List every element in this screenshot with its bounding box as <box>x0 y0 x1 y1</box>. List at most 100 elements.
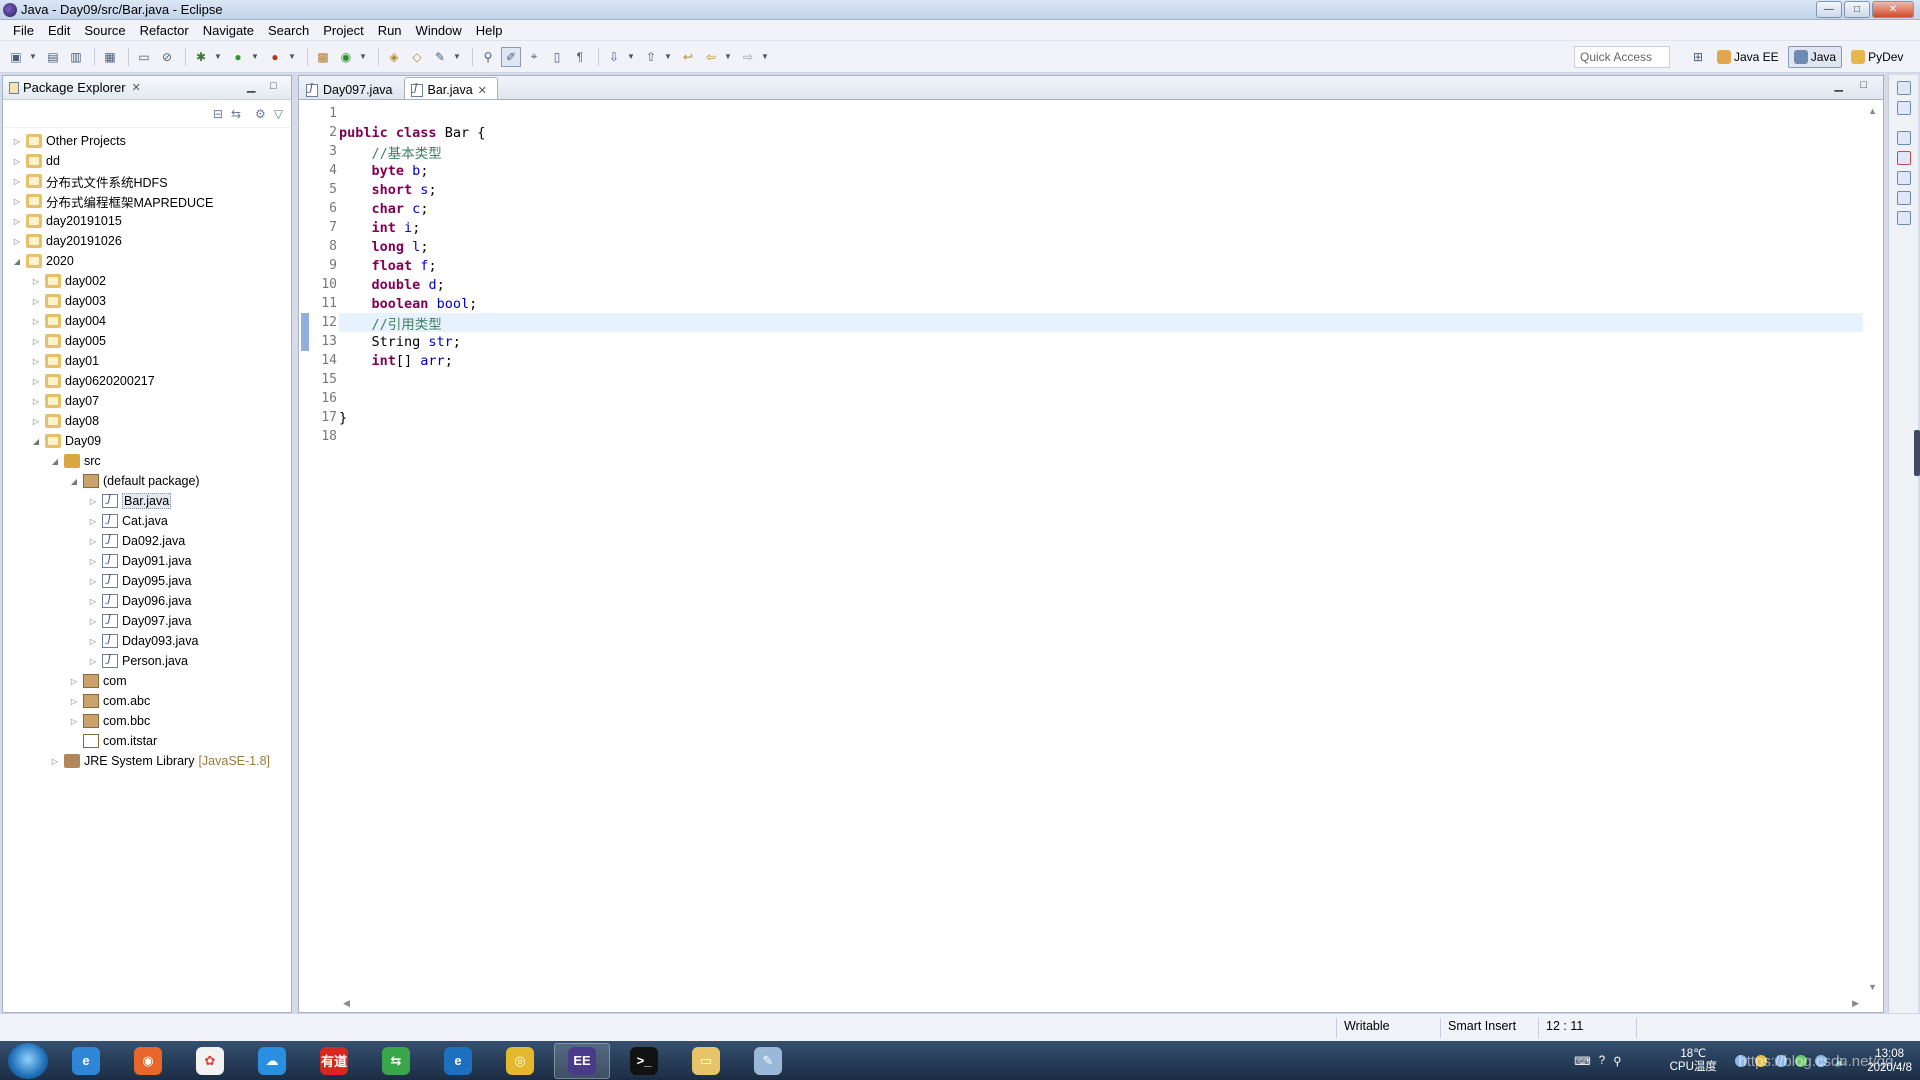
expand-icon[interactable]: ▷ <box>49 757 61 766</box>
debug-dropdown-icon[interactable]: ▼ <box>214 52 223 61</box>
search-icon[interactable]: ✎ <box>430 47 450 67</box>
start-button[interactable] <box>8 1042 48 1079</box>
expand-icon[interactable]: ▷ <box>30 337 42 346</box>
new-class-dropdown-icon[interactable]: ▼ <box>359 52 368 61</box>
tree-item[interactable]: ▷ day20191015 <box>3 211 291 231</box>
expand-icon[interactable]: ▷ <box>11 157 23 166</box>
expand-icon[interactable]: ▷ <box>11 237 23 246</box>
view-menu-icon[interactable]: ▽ <box>274 107 283 121</box>
tree-item[interactable]: ◢ 2020 <box>3 251 291 271</box>
tree-item[interactable]: ▷ Day097.java <box>3 611 291 631</box>
tree-item[interactable]: ▷ day07 <box>3 391 291 411</box>
menu-refactor[interactable]: Refactor <box>133 23 196 38</box>
code-line[interactable] <box>339 104 1863 123</box>
expand-icon[interactable]: ▷ <box>11 177 23 186</box>
taskbar-button[interactable]: ▭ <box>678 1043 734 1079</box>
next-annotation-dropdown-icon[interactable]: ▼ <box>627 52 636 61</box>
perspective-java-ee[interactable]: Java EE <box>1712 46 1784 68</box>
tree-item[interactable]: ▷ day005 <box>3 331 291 351</box>
keyboard-icon[interactable]: ⌨ <box>1574 1054 1591 1068</box>
collapse-icon[interactable]: ◢ <box>49 457 61 466</box>
maximize-editor-icon[interactable]: □ <box>1860 79 1867 91</box>
previous-annotation-dropdown-icon[interactable]: ▼ <box>664 52 673 61</box>
show-whitespace-icon[interactable]: ▯ <box>547 47 567 67</box>
tree-item[interactable]: ◢ Day09 <box>3 431 291 451</box>
menu-navigate[interactable]: Navigate <box>196 23 261 38</box>
editor-tab[interactable]: Bar.java ✕ <box>403 77 498 99</box>
menu-file[interactable]: File <box>6 23 41 38</box>
code-line[interactable]: char c; <box>339 199 1863 218</box>
tree-item[interactable]: ▷ day08 <box>3 411 291 431</box>
code-line[interactable]: long l; <box>339 237 1863 256</box>
search-dropdown-icon[interactable]: ▼ <box>453 52 462 61</box>
expand-icon[interactable]: ▷ <box>11 137 23 146</box>
restore-icon[interactable] <box>1896 81 1911 95</box>
expand-icon[interactable]: ▷ <box>87 557 99 566</box>
code-content[interactable]: public class Bar { //基本类型 byte b; short … <box>339 104 1863 994</box>
problems-icon[interactable] <box>1896 151 1911 165</box>
scroll-left-icon[interactable]: ◀ <box>343 998 350 1009</box>
debug-icon[interactable]: ✱ <box>191 47 211 67</box>
expand-icon[interactable]: ▷ <box>30 357 42 366</box>
run-icon[interactable]: ● <box>228 47 248 67</box>
external-tools-dropdown-icon[interactable]: ▼ <box>288 52 297 61</box>
open-type-icon[interactable]: ◈ <box>384 47 404 67</box>
external-tools-icon[interactable]: ● <box>265 47 285 67</box>
skip-breakpoints-icon[interactable]: ⊘ <box>157 47 177 67</box>
expand-icon[interactable]: ▷ <box>87 537 99 546</box>
collapse-all-icon[interactable]: ⊟ <box>213 107 223 121</box>
perspective-java[interactable]: Java <box>1787 46 1843 68</box>
expand-icon[interactable]: ▷ <box>68 717 80 726</box>
expand-icon[interactable]: ▷ <box>30 297 42 306</box>
taskbar-button[interactable]: ◎ <box>492 1043 548 1079</box>
code-line[interactable]: int i; <box>339 218 1863 237</box>
taskbar-button[interactable]: ✿ <box>182 1043 238 1079</box>
expand-icon[interactable]: ▷ <box>87 637 99 646</box>
expand-icon[interactable]: ▷ <box>87 577 99 586</box>
expand-icon[interactable]: ▷ <box>87 517 99 526</box>
code-line[interactable]: short s; <box>339 180 1863 199</box>
code-line[interactable]: public class Bar { <box>339 123 1863 142</box>
collapse-icon[interactable]: ◢ <box>11 257 23 266</box>
restore-icon[interactable] <box>1896 131 1911 145</box>
menu-help[interactable]: Help <box>469 23 510 38</box>
close-button[interactable]: ✕ <box>1872 1 1914 18</box>
expand-icon[interactable]: ▷ <box>30 397 42 406</box>
tree-item[interactable]: ◢ (default package) <box>3 471 291 491</box>
tree-item[interactable]: ▷ Day091.java <box>3 551 291 571</box>
tree-item[interactable]: ◢ src <box>3 451 291 471</box>
tree-item[interactable]: ▷ Day096.java <box>3 591 291 611</box>
print-icon[interactable]: ▦ <box>100 47 120 67</box>
tree-item[interactable]: ▷ Day095.java <box>3 571 291 591</box>
horizontal-scrollbar[interactable]: ◀ ▶ <box>339 994 1863 1012</box>
package-explorer-title[interactable]: Package Explorer <box>23 80 126 95</box>
collapse-icon[interactable]: ◢ <box>68 477 80 486</box>
tree-item[interactable]: ▷ Person.java <box>3 651 291 671</box>
maximize-button[interactable]: □ <box>1844 1 1870 18</box>
tree-item[interactable]: ▷ dd <box>3 151 291 171</box>
code-line[interactable] <box>339 427 1863 446</box>
tree-item[interactable]: ▷ day003 <box>3 291 291 311</box>
close-tab-icon[interactable]: ✕ <box>478 84 487 97</box>
tree-item[interactable]: ▷ Da092.java <box>3 531 291 551</box>
javadoc-icon[interactable] <box>1896 171 1911 185</box>
collapse-icon[interactable]: ◢ <box>30 437 42 446</box>
console-icon[interactable] <box>1896 211 1911 225</box>
code-line[interactable]: double d; <box>339 275 1863 294</box>
expand-icon[interactable]: ▷ <box>30 417 42 426</box>
tree-item[interactable]: ▷ 分布式编程框架MAPREDUCE <box>3 191 291 211</box>
menu-edit[interactable]: Edit <box>41 23 77 38</box>
code-editor[interactable]: 1 2 3 4 5 6 7 8 9 10 11 12 13 14 15 16 17 18 public class… <box>299 104 1877 994</box>
save-all-icon[interactable]: ▥ <box>66 47 86 67</box>
taskbar-button[interactable]: e <box>58 1043 114 1079</box>
taskbar-button[interactable]: ⇆ <box>368 1043 424 1079</box>
tree-item[interactable]: ▷ Bar.java <box>3 491 291 511</box>
terminal-icon[interactable]: ▭ <box>134 47 154 67</box>
code-line[interactable]: //引用类型 <box>339 313 1863 333</box>
expand-icon[interactable]: ▷ <box>30 377 42 386</box>
taskbar-button[interactable]: ◉ <box>120 1043 176 1079</box>
next-annotation-icon[interactable]: ⇩ <box>604 47 624 67</box>
declaration-icon[interactable] <box>1896 191 1911 205</box>
expand-icon[interactable]: ▷ <box>87 657 99 666</box>
tree-item[interactable]: ▷ Other Projects <box>3 131 291 151</box>
